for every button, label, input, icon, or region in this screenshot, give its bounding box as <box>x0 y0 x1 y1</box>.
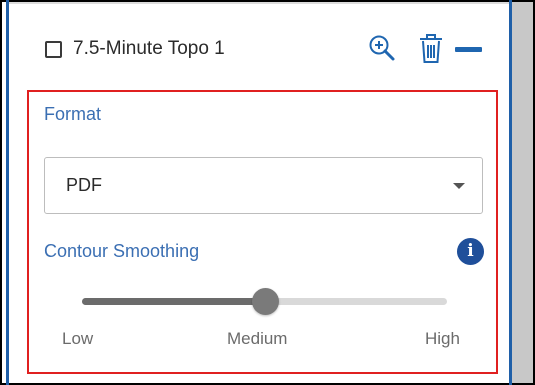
top-divider <box>9 2 509 4</box>
slider-label-high: High <box>425 329 460 348</box>
contour-smoothing-slider[interactable] <box>82 288 447 315</box>
chevron-down-icon <box>453 183 465 189</box>
slider-thumb[interactable] <box>251 288 279 315</box>
collapse-minus-icon[interactable] <box>455 47 482 52</box>
format-label: Format <box>44 104 102 124</box>
slider-label-medium: Medium <box>227 329 288 348</box>
format-selected-value: PDF <box>66 175 102 195</box>
slider-label-low: Low <box>62 329 94 348</box>
layer-row: 7.5-Minute Topo 1 <box>45 34 225 64</box>
scrollbar-gutter[interactable] <box>512 2 533 383</box>
slider-fill <box>82 298 265 305</box>
trash-icon[interactable] <box>418 34 444 64</box>
zoom-in-icon[interactable] <box>367 33 397 63</box>
layer-checkbox[interactable] <box>45 40 62 58</box>
panel-left-border <box>6 0 9 385</box>
format-select[interactable]: PDF <box>44 157 483 214</box>
layer-title: 7.5-Minute Topo 1 <box>73 38 225 59</box>
contour-smoothing-label: Contour Smoothing <box>44 241 200 261</box>
info-icon[interactable]: i <box>457 238 484 265</box>
